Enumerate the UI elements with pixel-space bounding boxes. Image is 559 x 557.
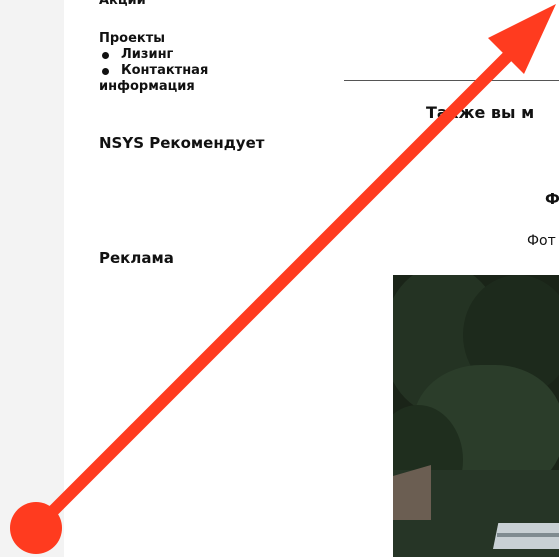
annotation-arrow [10,4,556,554]
arrow-origin-dot [10,502,62,554]
arrow-shaft [30,46,518,534]
